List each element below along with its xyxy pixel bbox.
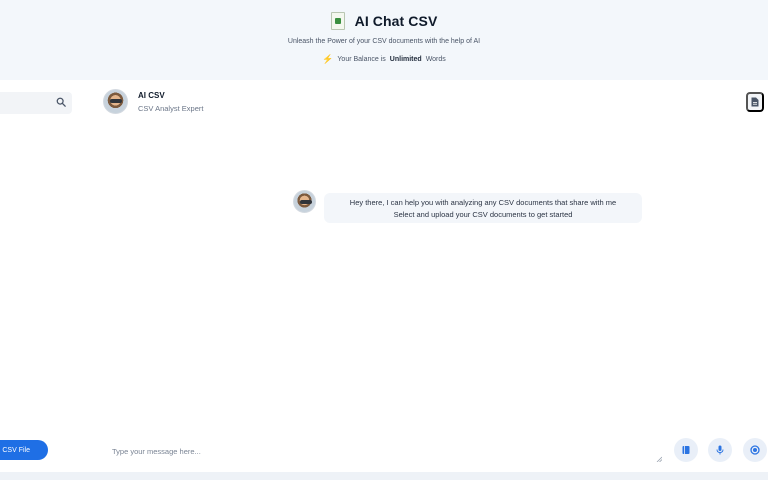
book-icon (682, 446, 690, 454)
contact-name: AI CSV (138, 90, 165, 100)
message-input[interactable] (104, 440, 664, 462)
assistant-message: Hey there, I can help you with analyzing… (324, 193, 642, 223)
balance-value: Unlimited (389, 56, 422, 63)
message-avatar (293, 190, 316, 213)
chat-contact: AI CSV CSV Analyst Expert (103, 89, 203, 114)
title-row: AI Chat CSV (0, 12, 768, 30)
book-button[interactable] (674, 438, 698, 462)
spreadsheet-document-icon (330, 12, 345, 30)
message-line: Hey there, I can help you with analyzing… (349, 197, 617, 207)
search-icon[interactable] (56, 97, 66, 107)
balance-prefix: Your Balance is (337, 56, 386, 63)
search-input[interactable] (0, 92, 72, 114)
stop-icon (750, 445, 760, 455)
contact-role: CSV Analyst Expert (138, 103, 204, 113)
app-title: AI Chat CSV (354, 13, 438, 29)
resize-grip-icon[interactable] (656, 456, 662, 462)
app-subtitle: Unleash the Power of your CSV documents … (287, 38, 481, 45)
message-line: Select and upload your CSV documents to … (393, 209, 573, 219)
balance-info: ⚡ Your Balance is Unlimited Words (0, 55, 768, 64)
microphone-icon (716, 445, 724, 455)
footer-strip (0, 472, 768, 480)
document-icon (751, 97, 759, 107)
microphone-button[interactable] (708, 438, 732, 462)
balance-suffix: Words (425, 56, 446, 63)
csv-file-button[interactable]: CSV File (0, 440, 48, 460)
stop-button[interactable] (743, 438, 767, 462)
app-header: AI Chat CSV Unleash the Power of your CS… (0, 0, 768, 80)
document-button[interactable] (746, 92, 764, 112)
avatar (103, 89, 128, 114)
chat-panel: AI CSV CSV Analyst Expert Hey there, I c… (0, 80, 768, 472)
lightning-icon: ⚡ (322, 54, 334, 64)
contact-info: AI CSV CSV Analyst Expert (138, 91, 203, 113)
